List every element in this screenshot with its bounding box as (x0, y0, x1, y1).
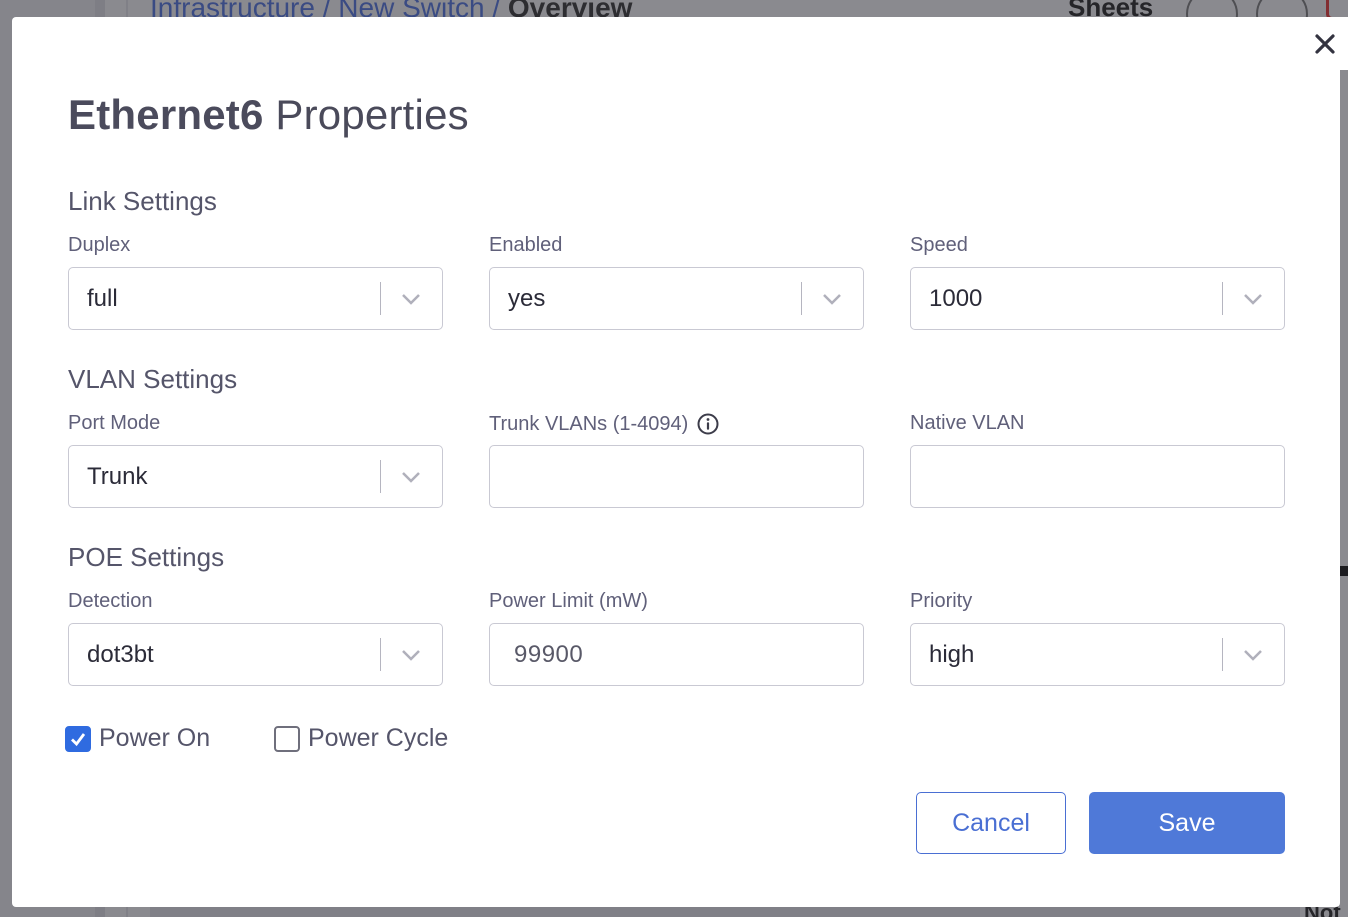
power-limit-input[interactable]: 99900 (489, 623, 864, 686)
chevron-down-icon[interactable] (1241, 646, 1265, 664)
speed-value: 1000 (929, 285, 983, 312)
native-vlan-label: Native VLAN (910, 412, 1025, 435)
save-button[interactable]: Save (1089, 792, 1285, 854)
priority-value: high (929, 641, 975, 668)
power-on-label: Power On (99, 724, 211, 752)
section-link-settings: Link Settings (68, 186, 217, 216)
select-divider (1222, 282, 1223, 315)
enabled-label: Enabled (489, 234, 562, 257)
priority-label: Priority (910, 590, 972, 613)
power-cycle-checkbox-row[interactable]: Power Cycle (274, 724, 448, 753)
port-mode-label-text: Port Mode (68, 412, 161, 434)
select-divider (1222, 638, 1223, 671)
select-divider (380, 282, 381, 315)
native-vlan-label-text: Native VLAN (910, 412, 1025, 434)
port-mode-select[interactable]: Trunk (68, 445, 443, 508)
priority-select[interactable]: high (910, 623, 1285, 686)
power-on-checkbox-row[interactable]: Power On (65, 724, 210, 753)
power-limit-value: 99900 (514, 641, 584, 668)
detection-label: Detection (68, 590, 153, 613)
detection-value: dot3bt (87, 641, 154, 668)
section-poe-settings: POE Settings (68, 542, 225, 572)
section-vlan-settings: VLAN Settings (68, 364, 238, 394)
chevron-down-icon[interactable] (1241, 290, 1265, 308)
modal-title-interface: Ethernet6 (68, 91, 264, 138)
duplex-select[interactable]: full (68, 267, 443, 330)
trunk-vlans-input[interactable] (489, 445, 864, 508)
duplex-label: Duplex (68, 234, 130, 257)
duplex-label-text: Duplex (68, 234, 131, 256)
port-mode-label: Port Mode (68, 412, 160, 435)
close-icon[interactable] (1314, 33, 1336, 55)
speed-label: Speed (910, 234, 968, 257)
power-cycle-checkbox[interactable] (274, 725, 300, 752)
power-cycle-label: Power Cycle (308, 724, 449, 752)
priority-label-text: Priority (910, 590, 973, 612)
select-divider (801, 282, 802, 315)
enabled-value: yes (508, 285, 546, 312)
trunk-vlans-label-text: Trunk VLANs (1-4094) (489, 412, 689, 435)
duplex-value: full (87, 285, 118, 312)
native-vlan-input[interactable] (910, 445, 1285, 508)
chevron-down-icon[interactable] (399, 646, 423, 664)
detection-label-text: Detection (68, 590, 153, 612)
properties-modal: Ethernet6 Properties Link Settings Duple… (12, 17, 1340, 907)
modal-title: Ethernet6 Properties (68, 91, 469, 139)
port-mode-value: Trunk (87, 463, 148, 490)
detection-select[interactable]: dot3bt (68, 623, 443, 686)
trunk-vlans-label: Trunk VLANs (1-4094) (489, 412, 720, 436)
cancel-button[interactable]: Cancel (916, 792, 1066, 854)
modal-title-suffix: Properties (275, 91, 469, 138)
enabled-label-text: Enabled (489, 234, 563, 256)
speed-label-text: Speed (910, 234, 968, 256)
power-limit-label: Power Limit (mW) (489, 590, 648, 613)
info-icon[interactable] (696, 412, 720, 436)
chevron-down-icon[interactable] (820, 290, 844, 308)
enabled-select[interactable]: yes (489, 267, 864, 330)
select-divider (380, 638, 381, 671)
select-divider (380, 460, 381, 493)
chevron-down-icon[interactable] (399, 468, 423, 486)
power-on-checkbox[interactable] (65, 725, 91, 752)
power-limit-label-text: Power Limit (mW) (489, 590, 648, 612)
checkmark-icon (71, 732, 86, 746)
close-button[interactable] (1297, 17, 1348, 70)
chevron-down-icon[interactable] (399, 290, 423, 308)
speed-select[interactable]: 1000 (910, 267, 1285, 330)
